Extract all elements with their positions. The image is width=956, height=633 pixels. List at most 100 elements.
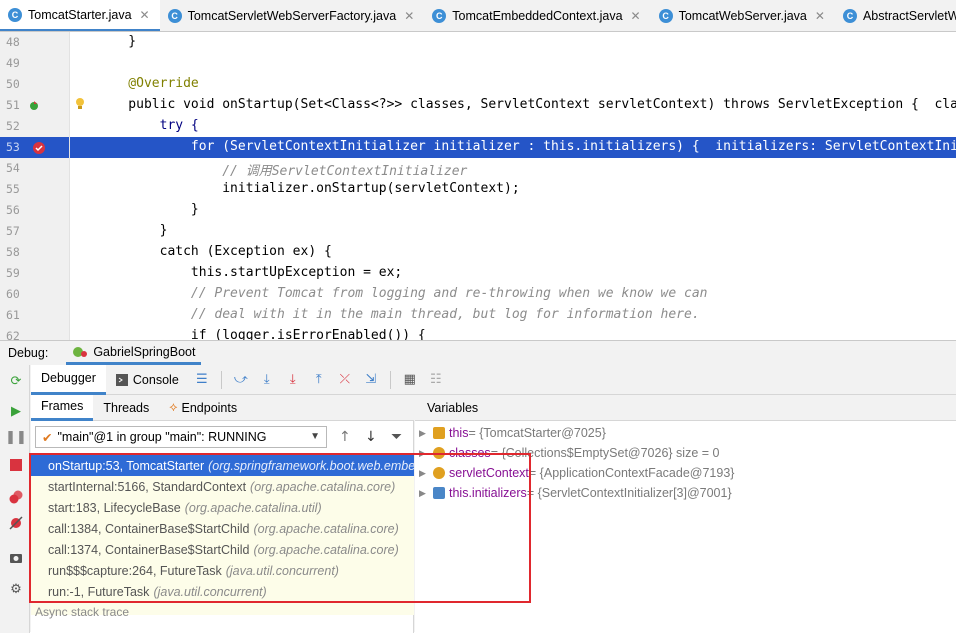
gutter[interactable]: 57 [0, 221, 70, 242]
endpoints-icon: ⟡ [169, 400, 178, 414]
line-number: 53 [6, 140, 20, 154]
console-icon [115, 373, 128, 386]
code-line: 61 // deal with it in the main thread, b… [0, 305, 956, 326]
code-text: for (ServletContextInitializer initializ… [97, 139, 956, 154]
toolbar-separator [220, 370, 222, 389]
trace-icon[interactable]: ☷ [428, 372, 444, 388]
tab-label: Console [132, 372, 179, 387]
tab-tomcat-servlet-web-server-factory[interactable]: C TomcatServletWebServerFactory.java ✕ [160, 0, 425, 31]
arrow-down-icon[interactable]: ↓ [365, 429, 377, 445]
step-over-icon[interactable]: ⤓ [259, 372, 275, 388]
gutter[interactable]: 58 [0, 242, 70, 263]
close-icon[interactable]: ✕ [815, 9, 825, 23]
gutter[interactable]: 51 [0, 95, 84, 116]
thread-selector[interactable]: ✔ "main"@1 in group "main": RUNNING ▼ [35, 426, 327, 448]
line-number: 57 [6, 224, 20, 238]
gutter[interactable]: 56 [0, 200, 70, 221]
line-number: 52 [6, 119, 20, 133]
view-breakpoints-icon[interactable] [8, 489, 24, 505]
tab-label: TomcatEmbeddedContext.java [452, 9, 623, 23]
tab-abstract-servlet[interactable]: C AbstractServletW [835, 0, 956, 31]
code-line: 48 } [0, 32, 956, 53]
gutter[interactable]: 52 [0, 116, 70, 137]
frames-subtabs: Frames Threads ⟡ Endpoints [31, 394, 414, 421]
debug-left-toolbar: ⟳ ▶ ❚❚ ⚙ [0, 365, 30, 633]
gutter[interactable]: 48 [0, 32, 70, 53]
run-config-label: GabrielSpringBoot [93, 344, 196, 359]
tab-tomcat-embedded-context[interactable]: C TomcatEmbeddedContext.java ✕ [424, 0, 650, 31]
tab-tomcat-web-server[interactable]: C TomcatWebServer.java ✕ [651, 0, 835, 31]
evaluate-expression-icon[interactable]: ▦ [402, 372, 418, 388]
async-stack-trace-label: Async stack trace [35, 605, 130, 619]
drop-frame-icon[interactable]: ⤫ [337, 372, 353, 388]
close-icon[interactable]: ✕ [140, 8, 150, 22]
step-out-icon[interactable]: ⤒ [311, 372, 327, 388]
class-icon: C [167, 9, 182, 23]
arrow-up-icon[interactable]: ↑ [339, 429, 351, 445]
tab-console[interactable]: Console [106, 365, 189, 395]
code-line: 57 } [0, 221, 956, 242]
code-text: if (logger.isErrorEnabled()) { [97, 328, 426, 340]
rerun-icon[interactable]: ⟳ [8, 373, 24, 389]
gutter[interactable]: 59 [0, 263, 70, 284]
gutter[interactable]: 50 [0, 74, 70, 95]
close-icon[interactable]: ✕ [404, 9, 414, 23]
step-into-icon[interactable]: ⤓ [285, 372, 301, 388]
tab-debugger[interactable]: Debugger [31, 364, 106, 395]
gutter[interactable]: 54 [0, 158, 70, 179]
run-config-tab[interactable]: GabrielSpringBoot [66, 341, 202, 365]
code-editor[interactable]: 48 } 49 50 @Override 51 public void onSt… [0, 32, 956, 340]
code-text: initializer.onStartup(servletContext); [97, 181, 520, 196]
variable-value: = {ServletContextInitializer[3]@7001} [526, 486, 732, 500]
gutter[interactable]: 61 [0, 305, 70, 326]
stop-icon[interactable] [8, 457, 24, 473]
line-number: 55 [6, 182, 20, 196]
tab-endpoints[interactable]: ⟡ Endpoints [159, 395, 247, 421]
variable-name: this [449, 426, 469, 440]
code-text: } [97, 34, 137, 49]
gutter[interactable]: 49 [0, 53, 70, 74]
variable-row[interactable]: ▶ this = {TomcatStarter@7025} [415, 423, 606, 443]
check-icon: ✔ [42, 430, 53, 445]
code-line: 55 initializer.onStartup(servletContext)… [0, 179, 956, 200]
pause-icon[interactable]: ❚❚ [5, 429, 27, 445]
camera-icon[interactable] [8, 549, 24, 565]
debug-title-bar: Debug: GabrielSpringBoot [0, 341, 956, 365]
menu-icon[interactable]: ☰ [194, 372, 210, 388]
tab-frames[interactable]: Frames [31, 394, 94, 421]
code-line: 60 // Prevent Tomcat from logging and re… [0, 284, 956, 305]
run-to-cursor-icon[interactable]: ⇲ [363, 372, 379, 388]
close-icon[interactable]: ✕ [631, 9, 641, 23]
lightbulb-icon[interactable] [74, 97, 86, 111]
code-line: 62 if (logger.isErrorEnabled()) { [0, 326, 956, 340]
gutter[interactable]: 60 [0, 284, 70, 305]
settings-icon[interactable]: ⚙ [8, 581, 24, 597]
code-line: 59 this.startUpException = ex; [0, 263, 956, 284]
expand-arrow-icon[interactable]: ▶ [419, 428, 433, 439]
variable-value: = {TomcatStarter@7025} [468, 426, 606, 440]
code-line-current: 53 for (ServletContextInitializer initia… [0, 137, 956, 158]
resume-icon[interactable]: ▶ [8, 403, 24, 419]
show-execution-point-icon[interactable]: ⤻ [233, 372, 249, 388]
gutter[interactable]: 55 [0, 179, 70, 200]
mute-breakpoints-icon[interactable] [8, 515, 24, 531]
tab-threads[interactable]: Threads [93, 395, 159, 421]
breakpoint-icon[interactable] [32, 141, 46, 155]
variables-header: Variables [415, 395, 956, 421]
editor-tabs: C TomcatStarter.java ✕ C TomcatServletWe… [0, 0, 956, 32]
code-text: // Prevent Tomcat from logging and re-th… [97, 286, 708, 301]
code-text: try { [97, 118, 199, 133]
code-line: 56 } [0, 200, 956, 221]
line-number: 61 [6, 308, 20, 322]
override-icon[interactable] [28, 100, 40, 112]
code-text: this.startUpException = ex; [97, 265, 403, 280]
toolbar-separator [389, 370, 391, 389]
filter-icon[interactable]: ⏷ [391, 429, 402, 445]
code-text: catch (Exception ex) { [97, 244, 332, 259]
code-line: 54 // 调用ServletContextInitializer [0, 158, 956, 179]
line-number: 62 [6, 329, 20, 340]
gutter[interactable]: 53 [0, 137, 70, 158]
tab-tomcat-starter[interactable]: C TomcatStarter.java ✕ [0, 0, 160, 31]
gutter[interactable]: 62 [0, 326, 70, 340]
frames-highlight-box [29, 453, 531, 603]
